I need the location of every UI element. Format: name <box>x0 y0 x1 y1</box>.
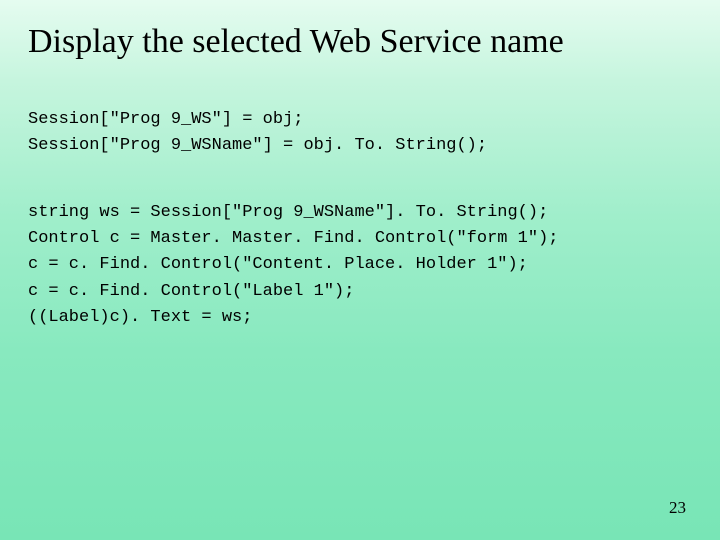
code-block-2: string ws = Session["Prog 9_WSName"]. To… <box>28 200 692 332</box>
slide-title: Display the selected Web Service name <box>28 22 692 61</box>
page-number: 23 <box>669 498 686 518</box>
code-block-1: Session["Prog 9_WS"] = obj; Session["Pro… <box>28 107 692 160</box>
slide: Display the selected Web Service name Se… <box>0 0 720 540</box>
